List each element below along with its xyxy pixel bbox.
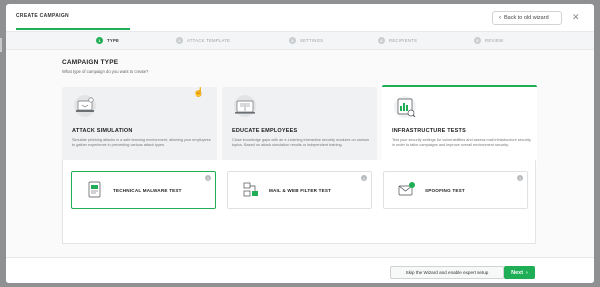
step-attack-template[interactable]: 2 ATTACK TEMPLATE bbox=[176, 37, 230, 44]
filter-network-icon bbox=[243, 182, 258, 197]
option-spoofing-test[interactable]: SPOOFING TEST i bbox=[383, 171, 528, 209]
step-review[interactable]: 5 REVIEW bbox=[474, 37, 503, 44]
info-icon[interactable]: i bbox=[361, 175, 367, 181]
option-label: TECHNICAL MALWARE TEST bbox=[113, 187, 182, 193]
chevron-right-icon: › bbox=[526, 269, 528, 276]
infrastructure-chart-icon bbox=[394, 96, 416, 118]
step-number: 1 bbox=[96, 37, 103, 44]
next-button[interactable]: Next › bbox=[504, 266, 535, 279]
info-icon[interactable]: i bbox=[517, 175, 523, 181]
create-campaign-modal: CREATE CAMPAIGN ‹ Back to old wizard ✕ 1… bbox=[6, 4, 594, 283]
card-educate-employees[interactable]: EDUCATE EMPLOYEES Close knowledge gaps w… bbox=[222, 87, 377, 167]
modal-header: CREATE CAMPAIGN ‹ Back to old wizard ✕ bbox=[6, 4, 594, 31]
card-title: INFRASTRUCTURE TESTS bbox=[392, 128, 466, 134]
step-label: RECIPIENTS bbox=[389, 38, 418, 43]
step-settings[interactable]: 3 SETTINGS bbox=[289, 37, 323, 44]
option-label: MAIL & WEB FILTER TEST bbox=[269, 187, 332, 193]
card-description: Simulate phishing attacks in a safe lear… bbox=[72, 138, 211, 148]
section-subtitle: What type of campaign do you want to cre… bbox=[62, 69, 149, 74]
section-title: CAMPAIGN TYPE bbox=[62, 59, 119, 66]
hand-cursor-icon: ☝ bbox=[193, 87, 205, 97]
step-label: ATTACK TEMPLATE bbox=[187, 38, 231, 43]
step-number: 4 bbox=[378, 37, 385, 44]
info-icon[interactable]: i bbox=[205, 175, 211, 181]
step-label: REVIEW bbox=[485, 38, 504, 43]
modal-title: CREATE CAMPAIGN bbox=[16, 13, 69, 19]
back-to-old-wizard-button[interactable]: ‹ Back to old wizard bbox=[492, 11, 562, 25]
option-label: SPOOFING TEST bbox=[425, 187, 465, 193]
step-number: 5 bbox=[474, 37, 481, 44]
step-label: SETTINGS bbox=[300, 38, 324, 43]
card-title: EDUCATE EMPLOYEES bbox=[232, 128, 298, 134]
step-label: TYPE bbox=[107, 38, 120, 43]
chevron-left-icon: ‹ bbox=[499, 15, 501, 21]
card-title: ATTACK SIMULATION bbox=[72, 128, 133, 134]
option-mail-web-filter-test[interactable]: MAIL & WEB FILTER TEST i bbox=[227, 171, 372, 209]
back-to-old-wizard-label: Back to old wizard bbox=[504, 15, 549, 21]
card-infrastructure-tests[interactable]: INFRASTRUCTURE TESTS Test your security … bbox=[382, 85, 537, 167]
step-recipients[interactable]: 4 RECIPIENTS bbox=[378, 37, 417, 44]
step-number: 2 bbox=[176, 37, 183, 44]
step-number: 3 bbox=[289, 37, 296, 44]
card-description: Test your security settings for vulnerab… bbox=[392, 138, 531, 148]
wizard-steps: 1 TYPE 2 ATTACK TEMPLATE 3 SETTINGS 4 RE… bbox=[6, 31, 594, 50]
malware-document-icon bbox=[88, 181, 101, 198]
modal-footer: Skip the Wizard and enable expert setup … bbox=[6, 257, 594, 283]
phishing-laptop-icon bbox=[74, 95, 96, 117]
next-label: Next bbox=[511, 269, 524, 276]
option-technical-malware-test[interactable]: TECHNICAL MALWARE TEST i bbox=[71, 171, 216, 209]
close-icon[interactable]: ✕ bbox=[572, 12, 580, 23]
infrastructure-test-options: TECHNICAL MALWARE TEST i MAIL & WEB FILT… bbox=[62, 160, 536, 244]
wizard-content: CAMPAIGN TYPE What type of campaign do y… bbox=[6, 50, 594, 257]
card-description: Close knowledge gaps with an e-Learning … bbox=[232, 138, 369, 148]
card-attack-simulation[interactable]: ATTACK SIMULATION Simulate phishing atta… bbox=[62, 87, 217, 167]
title-underline bbox=[16, 28, 130, 30]
spoofing-mail-icon bbox=[398, 182, 415, 196]
page-scroll-edge bbox=[0, 38, 2, 52]
skip-wizard-button[interactable]: Skip the Wizard and enable expert setup bbox=[390, 266, 504, 279]
step-type[interactable]: 1 TYPE bbox=[96, 37, 119, 44]
elearning-book-icon bbox=[234, 95, 256, 117]
